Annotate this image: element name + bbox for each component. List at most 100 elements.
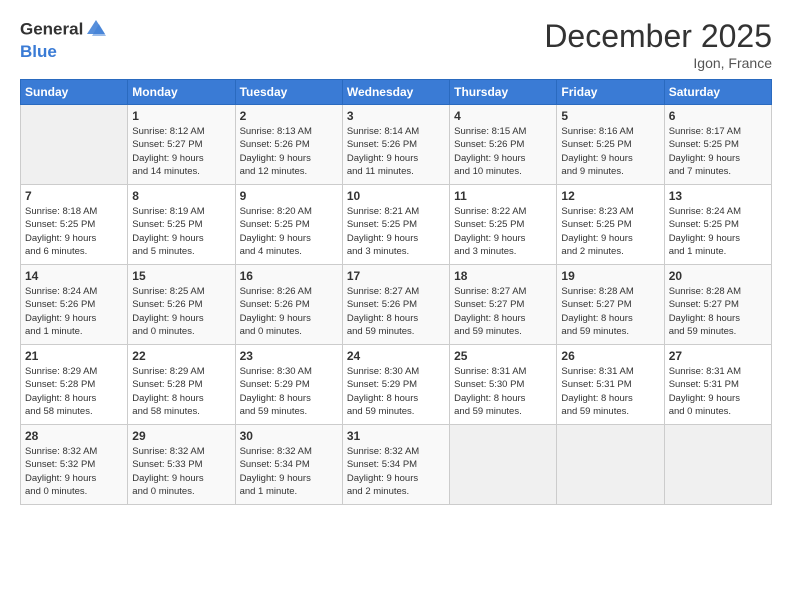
day-header-tuesday: Tuesday [235, 80, 342, 105]
logo-icon [85, 18, 107, 38]
day-info: Sunrise: 8:21 AM Sunset: 5:25 PM Dayligh… [347, 205, 445, 258]
day-number: 1 [132, 109, 230, 123]
calendar-header: SundayMondayTuesdayWednesdayThursdayFrid… [21, 80, 772, 105]
day-info: Sunrise: 8:28 AM Sunset: 5:27 PM Dayligh… [669, 285, 767, 338]
calendar-cell [450, 425, 557, 505]
day-number: 18 [454, 269, 552, 283]
calendar-cell: 15 Sunrise: 8:25 AM Sunset: 5:26 PM Dayli… [128, 265, 235, 345]
day-number: 7 [25, 189, 123, 203]
calendar-cell: 9Sunrise: 8:20 AM Sunset: 5:25 PM Daylig… [235, 185, 342, 265]
calendar-cell: 22 Sunrise: 8:29 AM Sunset: 5:28 PM Dayli… [128, 345, 235, 425]
day-number: 13 [669, 189, 767, 203]
day-number: 15 [132, 269, 230, 283]
day-info: Sunrise: 8:16 AM Sunset: 5:25 PM Dayligh… [561, 125, 659, 178]
calendar-location: Igon, France [544, 55, 772, 71]
day-info: Sunrise: 8:31 AM Sunset: 5:31 PM Dayligh… [669, 365, 767, 418]
day-info: Sunrise: 8:28 AM Sunset: 5:27 PM Dayligh… [561, 285, 659, 338]
logo-blue: Blue [20, 43, 107, 62]
day-info: Sunrise: 8:25 AM Sunset: 5:26 PM Dayligh… [132, 285, 230, 338]
day-info: Sunrise: 8:26 AM Sunset: 5:26 PM Dayligh… [240, 285, 338, 338]
day-number: 16 [240, 269, 338, 283]
day-number: 29 [132, 429, 230, 443]
calendar-cell [21, 105, 128, 185]
calendar-cell: 3Sunrise: 8:14 AM Sunset: 5:26 PM Daylig… [342, 105, 449, 185]
day-info: Sunrise: 8:29 AM Sunset: 5:28 PM Dayligh… [25, 365, 123, 418]
calendar-cell: 25Sunrise: 8:31 AM Sunset: 5:30 PM Dayli… [450, 345, 557, 425]
week-row-5: 28Sunrise: 8:32 AM Sunset: 5:32 PM Dayli… [21, 425, 772, 505]
day-number: 22 [132, 349, 230, 363]
calendar-cell: 24 Sunrise: 8:30 AM Sunset: 5:29 PM Dayli… [342, 345, 449, 425]
calendar-cell: 6 Sunrise: 8:17 AM Sunset: 5:25 PM Daylig… [664, 105, 771, 185]
day-headers-row: SundayMondayTuesdayWednesdayThursdayFrid… [21, 80, 772, 105]
day-info: Sunrise: 8:22 AM Sunset: 5:25 PM Dayligh… [454, 205, 552, 258]
day-info: Sunrise: 8:29 AM Sunset: 5:28 PM Dayligh… [132, 365, 230, 418]
calendar-table: SundayMondayTuesdayWednesdayThursdayFrid… [20, 79, 772, 505]
day-info: Sunrise: 8:30 AM Sunset: 5:29 PM Dayligh… [347, 365, 445, 418]
calendar-body: 1Sunrise: 8:12 AM Sunset: 5:27 PM Daylig… [21, 105, 772, 505]
day-info: Sunrise: 8:31 AM Sunset: 5:31 PM Dayligh… [561, 365, 659, 418]
day-number: 27 [669, 349, 767, 363]
calendar-title: December 2025 [544, 18, 772, 55]
day-number: 8 [132, 189, 230, 203]
day-info: Sunrise: 8:15 AM Sunset: 5:26 PM Dayligh… [454, 125, 552, 178]
day-info: Sunrise: 8:23 AM Sunset: 5:25 PM Dayligh… [561, 205, 659, 258]
day-number: 2 [240, 109, 338, 123]
day-info: Sunrise: 8:13 AM Sunset: 5:26 PM Dayligh… [240, 125, 338, 178]
day-number: 28 [25, 429, 123, 443]
calendar-cell: 5Sunrise: 8:16 AM Sunset: 5:25 PM Daylig… [557, 105, 664, 185]
calendar-cell: 16 Sunrise: 8:26 AM Sunset: 5:26 PM Dayli… [235, 265, 342, 345]
day-number: 31 [347, 429, 445, 443]
day-info: Sunrise: 8:32 AM Sunset: 5:33 PM Dayligh… [132, 445, 230, 498]
day-header-saturday: Saturday [664, 80, 771, 105]
day-number: 6 [669, 109, 767, 123]
day-number: 30 [240, 429, 338, 443]
day-info: Sunrise: 8:32 AM Sunset: 5:34 PM Dayligh… [347, 445, 445, 498]
calendar-cell: 11 Sunrise: 8:22 AM Sunset: 5:25 PM Dayli… [450, 185, 557, 265]
day-info: Sunrise: 8:24 AM Sunset: 5:25 PM Dayligh… [669, 205, 767, 258]
calendar-cell: 1Sunrise: 8:12 AM Sunset: 5:27 PM Daylig… [128, 105, 235, 185]
day-number: 24 [347, 349, 445, 363]
day-number: 9 [240, 189, 338, 203]
day-number: 11 [454, 189, 552, 203]
calendar-cell: 31 Sunrise: 8:32 AM Sunset: 5:34 PM Dayli… [342, 425, 449, 505]
logo: General Blue [20, 18, 107, 62]
calendar-cell: 20 Sunrise: 8:28 AM Sunset: 5:27 PM Dayli… [664, 265, 771, 345]
day-header-monday: Monday [128, 80, 235, 105]
day-number: 19 [561, 269, 659, 283]
calendar-cell: 10Sunrise: 8:21 AM Sunset: 5:25 PM Dayli… [342, 185, 449, 265]
calendar-cell: 2 Sunrise: 8:13 AM Sunset: 5:26 PM Daylig… [235, 105, 342, 185]
calendar-cell: 18 Sunrise: 8:27 AM Sunset: 5:27 PM Dayli… [450, 265, 557, 345]
day-info: Sunrise: 8:17 AM Sunset: 5:25 PM Dayligh… [669, 125, 767, 178]
header: General Blue December 2025 Igon, France [20, 18, 772, 71]
week-row-4: 21Sunrise: 8:29 AM Sunset: 5:28 PM Dayli… [21, 345, 772, 425]
day-info: Sunrise: 8:18 AM Sunset: 5:25 PM Dayligh… [25, 205, 123, 258]
day-info: Sunrise: 8:32 AM Sunset: 5:34 PM Dayligh… [240, 445, 338, 498]
week-row-1: 1Sunrise: 8:12 AM Sunset: 5:27 PM Daylig… [21, 105, 772, 185]
day-number: 4 [454, 109, 552, 123]
day-number: 26 [561, 349, 659, 363]
title-block: December 2025 Igon, France [544, 18, 772, 71]
day-info: Sunrise: 8:27 AM Sunset: 5:26 PM Dayligh… [347, 285, 445, 338]
calendar-cell: 26 Sunrise: 8:31 AM Sunset: 5:31 PM Dayli… [557, 345, 664, 425]
calendar-cell: 14Sunrise: 8:24 AM Sunset: 5:26 PM Dayli… [21, 265, 128, 345]
day-header-sunday: Sunday [21, 80, 128, 105]
day-header-wednesday: Wednesday [342, 80, 449, 105]
day-info: Sunrise: 8:27 AM Sunset: 5:27 PM Dayligh… [454, 285, 552, 338]
day-number: 25 [454, 349, 552, 363]
day-header-friday: Friday [557, 80, 664, 105]
page: General Blue December 2025 Igon, France … [0, 0, 792, 612]
week-row-3: 14Sunrise: 8:24 AM Sunset: 5:26 PM Dayli… [21, 265, 772, 345]
day-header-thursday: Thursday [450, 80, 557, 105]
week-row-2: 7 Sunrise: 8:18 AM Sunset: 5:25 PM Daylig… [21, 185, 772, 265]
day-number: 17 [347, 269, 445, 283]
calendar-cell: 4 Sunrise: 8:15 AM Sunset: 5:26 PM Daylig… [450, 105, 557, 185]
calendar-cell: 27 Sunrise: 8:31 AM Sunset: 5:31 PM Dayli… [664, 345, 771, 425]
calendar-cell: 13 Sunrise: 8:24 AM Sunset: 5:25 PM Dayli… [664, 185, 771, 265]
day-number: 20 [669, 269, 767, 283]
day-number: 3 [347, 109, 445, 123]
day-info: Sunrise: 8:19 AM Sunset: 5:25 PM Dayligh… [132, 205, 230, 258]
calendar-cell [557, 425, 664, 505]
day-info: Sunrise: 8:30 AM Sunset: 5:29 PM Dayligh… [240, 365, 338, 418]
calendar-cell: 28Sunrise: 8:32 AM Sunset: 5:32 PM Dayli… [21, 425, 128, 505]
calendar-cell: 12Sunrise: 8:23 AM Sunset: 5:25 PM Dayli… [557, 185, 664, 265]
